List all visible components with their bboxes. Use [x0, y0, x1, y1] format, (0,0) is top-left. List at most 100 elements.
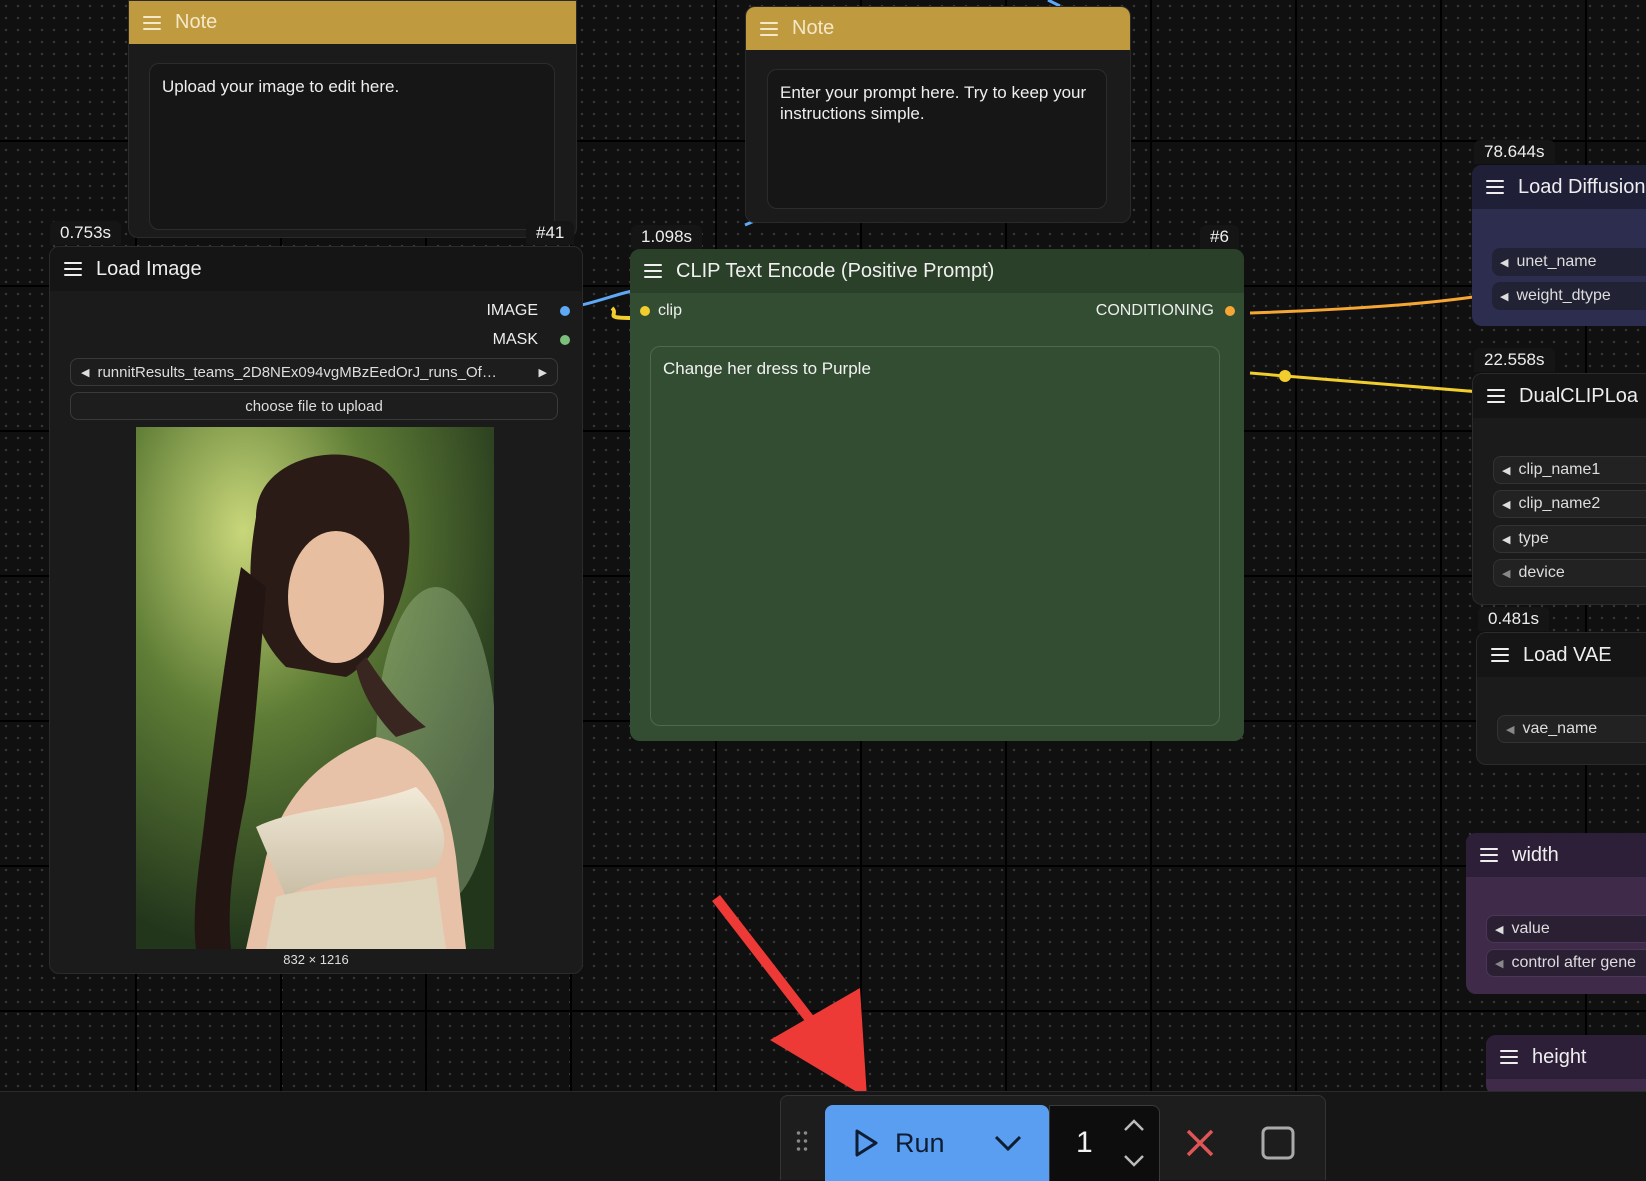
prev-arrow-icon[interactable]: ◀	[1495, 957, 1503, 970]
menu-icon[interactable]	[760, 21, 778, 36]
upload-label: choose file to upload	[245, 397, 383, 415]
conditioning-wire	[1249, 294, 1481, 315]
width-node[interactable]: width ◀ value ◀ control after gene	[1466, 833, 1646, 994]
load-image-header[interactable]: Load Image	[50, 247, 582, 291]
widget-label: unet_name	[1516, 253, 1597, 270]
note-title: Note	[792, 17, 835, 39]
unet-name-widget[interactable]: ◀ unet_name	[1492, 248, 1646, 276]
menu-icon[interactable]	[1486, 180, 1504, 194]
height-node[interactable]: height	[1486, 1035, 1646, 1095]
prev-arrow-icon[interactable]: ◀	[1502, 498, 1510, 511]
run-button[interactable]: Run	[825, 1105, 1049, 1181]
node-id-badge: #41	[526, 221, 575, 245]
chevron-up-icon[interactable]	[1123, 1118, 1145, 1132]
node-title: DualCLIPLoa	[1519, 384, 1638, 407]
dualclip-loader-node[interactable]: DualCLIPLoa ◀ clip_name1 ◀ clip_name2 ◀ typ…	[1472, 373, 1646, 605]
height-node-header[interactable]: height	[1486, 1035, 1646, 1079]
prev-arrow-icon[interactable]: ◀	[1502, 533, 1510, 546]
execution-time-badge: 78.644s	[1474, 140, 1555, 164]
execution-time-badge: 0.481s	[1478, 607, 1550, 631]
node-title: width	[1512, 843, 1559, 866]
vae-node-header[interactable]: Load VAE	[1477, 633, 1646, 677]
menu-icon[interactable]	[1480, 848, 1498, 862]
drag-handle-icon[interactable]	[795, 1129, 809, 1151]
batch-count-input[interactable]: 1	[1049, 1105, 1160, 1181]
prev-arrow-icon[interactable]: ◀	[1500, 256, 1508, 269]
output-image-port[interactable]	[560, 306, 570, 316]
upload-button[interactable]: choose file to upload	[70, 392, 558, 420]
widget-label: vae_name	[1522, 720, 1598, 737]
load-vae-node[interactable]: Load VAE ◀ vae_name	[1476, 632, 1646, 765]
prev-arrow-icon[interactable]: ◀	[1500, 290, 1508, 303]
menu-icon[interactable]	[644, 264, 662, 278]
execution-time-badge: 22.558s	[1474, 348, 1555, 372]
next-arrow-icon[interactable]: ▶	[539, 366, 547, 379]
batch-count-value: 1	[1076, 1126, 1093, 1159]
dualclip-node-header[interactable]: DualCLIPLoa	[1473, 374, 1646, 418]
node-title: Load VAE	[1523, 643, 1612, 666]
note-title: Note	[175, 11, 218, 33]
value-widget[interactable]: ◀ value	[1486, 915, 1646, 943]
file-name: runnitResults_teams_2D8NEx094vgMBzEedOrJ…	[97, 363, 497, 381]
menu-icon[interactable]	[1487, 389, 1505, 403]
cancel-icon[interactable]	[1185, 1128, 1215, 1158]
prev-arrow-icon[interactable]: ◀	[1502, 464, 1510, 477]
prev-arrow-icon[interactable]: ◀	[1495, 923, 1503, 936]
widget-label: clip_name1	[1518, 461, 1601, 478]
chevron-down-icon[interactable]	[993, 1134, 1023, 1152]
reroute-dot[interactable]	[1279, 370, 1291, 382]
weight-dtype-widget[interactable]: ◀ weight_dtype	[1492, 282, 1646, 310]
note-upload-header[interactable]: Note	[129, 1, 576, 44]
widget-label: value	[1511, 920, 1550, 937]
output-image-label: IMAGE	[486, 302, 538, 319]
output-conditioning-port[interactable]	[1225, 306, 1235, 316]
node-title: height	[1532, 1045, 1587, 1068]
menu-icon[interactable]	[64, 262, 82, 276]
execution-time-badge: 0.753s	[50, 221, 122, 245]
note-upload[interactable]: Note Upload your image to edit here.	[128, 0, 577, 238]
output-mask-label: MASK	[492, 331, 538, 348]
widget-label: weight_dtype	[1516, 287, 1611, 304]
widget-label: control after gene	[1511, 954, 1636, 971]
chevron-down-small-icon[interactable]	[1123, 1154, 1145, 1168]
widget-label: clip_name2	[1518, 495, 1601, 512]
type-widget[interactable]: ◀ type	[1493, 525, 1646, 553]
node-title: Load Diffusion	[1518, 175, 1646, 198]
widget-label: type	[1518, 530, 1549, 547]
load-image-node[interactable]: Load Image IMAGE MASK ◀ runnitResults_te…	[49, 246, 583, 974]
input-clip-port[interactable]	[640, 306, 650, 316]
output-mask-port[interactable]	[560, 335, 570, 345]
prev-arrow-icon[interactable]: ◀	[1506, 723, 1514, 736]
diffusion-node-header[interactable]: Load Diffusion	[1472, 165, 1646, 209]
load-diffusion-node[interactable]: Load Diffusion ◀ unet_name ◀ weight_dtype	[1472, 165, 1646, 326]
menu-icon[interactable]	[1500, 1050, 1518, 1064]
run-toolbar: Run 1	[780, 1095, 1326, 1181]
prompt-textarea[interactable]: Change her dress to Purple	[650, 346, 1220, 726]
play-icon	[855, 1129, 878, 1157]
widget-label: device	[1518, 564, 1565, 581]
image-dimensions: 832 × 1216	[283, 952, 349, 967]
stop-icon[interactable]	[1261, 1126, 1295, 1160]
menu-icon[interactable]	[1491, 648, 1509, 662]
note-text[interactable]: Enter your prompt here. Try to keep your…	[767, 69, 1107, 209]
prev-arrow-icon[interactable]: ◀	[1502, 567, 1510, 580]
node-title: Load Image	[96, 257, 202, 280]
image-preview	[136, 427, 494, 949]
note-prompt-header[interactable]: Note	[746, 7, 1130, 50]
clip-name1-widget[interactable]: ◀ clip_name1	[1493, 456, 1646, 484]
prev-arrow-icon[interactable]: ◀	[81, 366, 89, 379]
clip-node-header[interactable]: CLIP Text Encode (Positive Prompt)	[630, 249, 1244, 293]
device-widget[interactable]: ◀ device	[1493, 559, 1646, 587]
note-text[interactable]: Upload your image to edit here.	[149, 63, 555, 230]
run-label: Run	[895, 1127, 945, 1158]
output-conditioning-label: CONDITIONING	[1095, 302, 1214, 319]
menu-icon[interactable]	[143, 15, 161, 30]
clip-name2-widget[interactable]: ◀ clip_name2	[1493, 490, 1646, 518]
input-clip-label: clip	[658, 302, 683, 319]
image-file-combo[interactable]: ◀ runnitResults_teams_2D8NEx094vgMBzEedO…	[70, 358, 558, 386]
vae-name-widget[interactable]: ◀ vae_name	[1497, 715, 1646, 743]
control-after-generate-widget[interactable]: ◀ control after gene	[1486, 949, 1646, 977]
clip-text-encode-node[interactable]: CLIP Text Encode (Positive Prompt) clip …	[630, 249, 1244, 741]
note-prompt[interactable]: Note Enter your prompt here. Try to keep…	[745, 6, 1131, 223]
width-node-header[interactable]: width	[1466, 833, 1646, 877]
